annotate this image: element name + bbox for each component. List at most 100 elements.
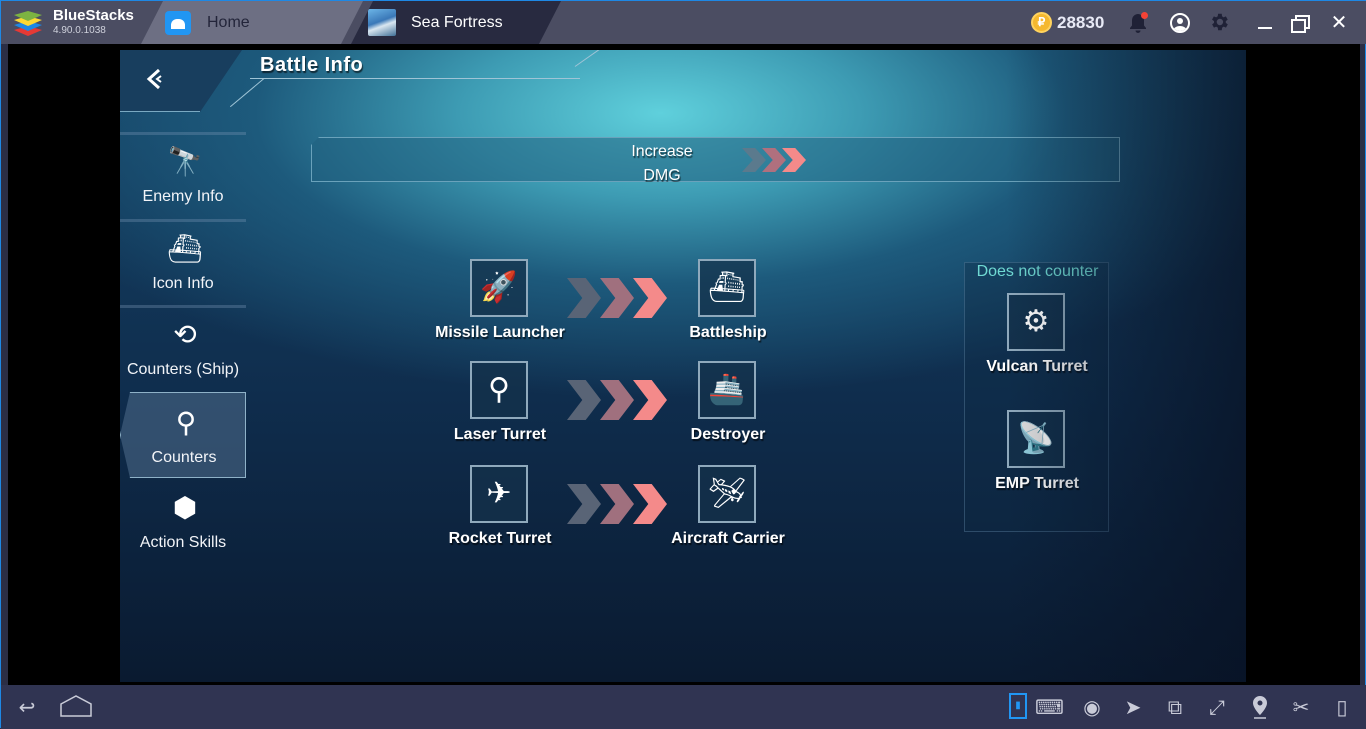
unit-label: EMP Turret — [995, 475, 1079, 492]
target-destroyer[interactable]: 🚢 Destroyer — [648, 361, 808, 453]
binoculars-icon: 🔭 — [167, 146, 203, 177]
user-ring — [1170, 13, 1190, 33]
location-icon[interactable] — [1246, 694, 1274, 722]
aircraft-carrier-icon: 🛩 — [698, 465, 756, 523]
chevron-2 — [600, 380, 634, 420]
home-outline-icon[interactable] — [59, 694, 93, 722]
chevron-2 — [600, 278, 634, 318]
target-battleship[interactable]: ⛴ Battleship — [648, 259, 808, 351]
tab-label: Home — [207, 14, 250, 31]
target-aircraft-carrier[interactable]: 🛩 Aircraft Carrier — [648, 465, 808, 557]
no-counter-emp-turret[interactable]: 📡 EMP Turret — [957, 410, 1117, 502]
bottom-toolbar: ↩ ▮ ⌨ ◉ ➤ ⧉ ⤢ ✂ ▯ — [1, 685, 1366, 729]
attacker-missile-launcher[interactable]: 🚀 Missile Launcher — [420, 259, 580, 351]
sidebar-separator — [120, 219, 246, 222]
sinking-ship-icon: ⛴ — [167, 233, 203, 264]
unit-label: Battleship — [689, 324, 767, 341]
sidebar-item-label: Counters (Ship) — [126, 361, 240, 378]
banner-text: Increase DMG — [602, 140, 722, 184]
sidebar-item-label: Enemy Info — [142, 188, 224, 205]
sea-fortress-game-icon — [368, 9, 396, 36]
sidebar-item-label: Counters — [151, 449, 217, 466]
coin-icon: ₽ — [1031, 12, 1052, 33]
cube-skills-icon: ⬢ — [172, 492, 198, 523]
back-icon[interactable]: ↩ — [13, 694, 41, 722]
scissors-icon[interactable]: ✂ — [1287, 694, 1315, 722]
home-icon — [165, 11, 191, 35]
header-back-panel — [120, 50, 242, 112]
sidebar-item-counters-ship[interactable]: ⟲ Counters (Ship) — [120, 305, 246, 391]
no-counter-vulcan-turret[interactable]: ⚙ Vulcan Turret — [957, 293, 1117, 385]
emp-turret-icon: 📡 — [1007, 410, 1065, 468]
does-not-counter-panel: Does not counter ⚙ Vulcan Turret 📡 EMP T… — [964, 262, 1109, 532]
user-profile-icon[interactable] — [1168, 11, 1192, 35]
sidebar-separator — [120, 305, 246, 308]
tab-label: Sea Fortress — [411, 14, 503, 31]
chevron-1 — [742, 148, 766, 172]
banner-line-2: DMG — [643, 167, 681, 184]
unit-label: Rocket Turret — [448, 530, 552, 547]
fullscreen-icon[interactable]: ⤢ — [1203, 694, 1231, 722]
notification-dot — [1141, 12, 1148, 19]
tab-sea-fortress[interactable]: Sea Fortress — [351, 1, 561, 44]
tab-home[interactable]: Home — [141, 1, 363, 44]
sidebar-item-label: Icon Info — [152, 275, 214, 292]
header-slant-right — [574, 50, 609, 67]
rocket-turret-icon: ✈ — [470, 465, 528, 523]
location-glyph — [1253, 696, 1267, 719]
vulcan-turret-icon: ⚙ — [1007, 293, 1065, 351]
unit-label: Laser Turret — [453, 426, 547, 443]
bluestacks-logo-icon — [14, 11, 42, 36]
coin-value: 28830 — [1057, 13, 1105, 32]
restore-icon[interactable] — [1288, 11, 1312, 35]
unit-label: Vulcan Turret — [986, 358, 1088, 375]
chevron-1 — [567, 380, 601, 420]
back-button[interactable] — [140, 64, 170, 94]
brand-name: BlueStacks — [53, 7, 134, 24]
brand-version: 4.90.0.1038 — [53, 25, 106, 36]
keyboard-icon[interactable]: ⌨ — [1035, 694, 1064, 722]
title-bar: BlueStacks 4.90.0.1038 Home Sea Fortress… — [1, 1, 1366, 44]
gear-icon[interactable] — [1207, 11, 1231, 35]
chevron-1 — [567, 484, 601, 524]
unit-label: Aircraft Carrier — [671, 530, 785, 547]
unit-label: Destroyer — [690, 426, 766, 443]
chevron-1 — [567, 278, 601, 318]
chevron-arrows-icon — [742, 148, 812, 172]
sidebar-item-icon-info[interactable]: ⛴ Icon Info — [120, 219, 246, 305]
eye-icon[interactable]: ◉ — [1078, 694, 1106, 722]
rotate-screen-icon[interactable]: ⧉ — [1161, 694, 1189, 722]
missile-launcher-icon: 🚀 — [470, 259, 528, 317]
bell-icon[interactable] — [1126, 11, 1150, 35]
gear-glyph — [1212, 13, 1228, 31]
sidebar-item-label: Action Skills — [139, 534, 227, 551]
sidebar-item-counters[interactable]: ⚲ Counters — [120, 392, 246, 478]
does-not-counter-title: Does not counter — [976, 263, 1099, 280]
increase-dmg-banner: Increase DMG — [311, 137, 1120, 182]
brand: BlueStacks 4.90.0.1038 — [1, 1, 151, 44]
page-title: Battle Info — [260, 54, 364, 76]
close-icon[interactable]: ✕ — [1327, 11, 1351, 35]
home-outline-glyph — [60, 695, 92, 717]
bluestacks-window: BlueStacks 4.90.0.1038 Home Sea Fortress… — [0, 0, 1366, 729]
back-chevron-icon — [146, 68, 162, 90]
shake-device-icon[interactable]: ▯ — [1328, 694, 1356, 722]
laser-turret-icon: ⚲ — [470, 361, 528, 419]
unit-label: Missile Launcher — [435, 324, 565, 341]
attacker-laser-turret[interactable]: ⚲ Laser Turret — [420, 361, 580, 453]
destroyer-icon: 🚢 — [698, 361, 756, 419]
attacker-rocket-turret[interactable]: ✈ Rocket Turret — [420, 465, 580, 557]
header-divider — [120, 111, 200, 112]
sidebar: 🔭 Enemy Info ⛴ Icon Info ⟲ Counters (Shi… — [120, 132, 246, 562]
header-slant-left — [229, 78, 265, 108]
sidebar-item-enemy-info[interactable]: 🔭 Enemy Info — [120, 132, 246, 218]
counter-cycle-icon: ⟲ — [173, 319, 197, 350]
chevron-2 — [600, 484, 634, 524]
keymapping-toggle-icon[interactable]: ▮ — [1009, 693, 1027, 719]
sidebar-item-action-skills[interactable]: ⬢ Action Skills — [120, 478, 246, 564]
battleship-icon: ⛴ — [698, 259, 756, 317]
header-underline — [250, 78, 580, 79]
laser-turret-icon: ⚲ — [175, 407, 197, 438]
minimize-icon[interactable] — [1253, 11, 1277, 35]
pointer-select-icon[interactable]: ➤ — [1119, 694, 1147, 722]
